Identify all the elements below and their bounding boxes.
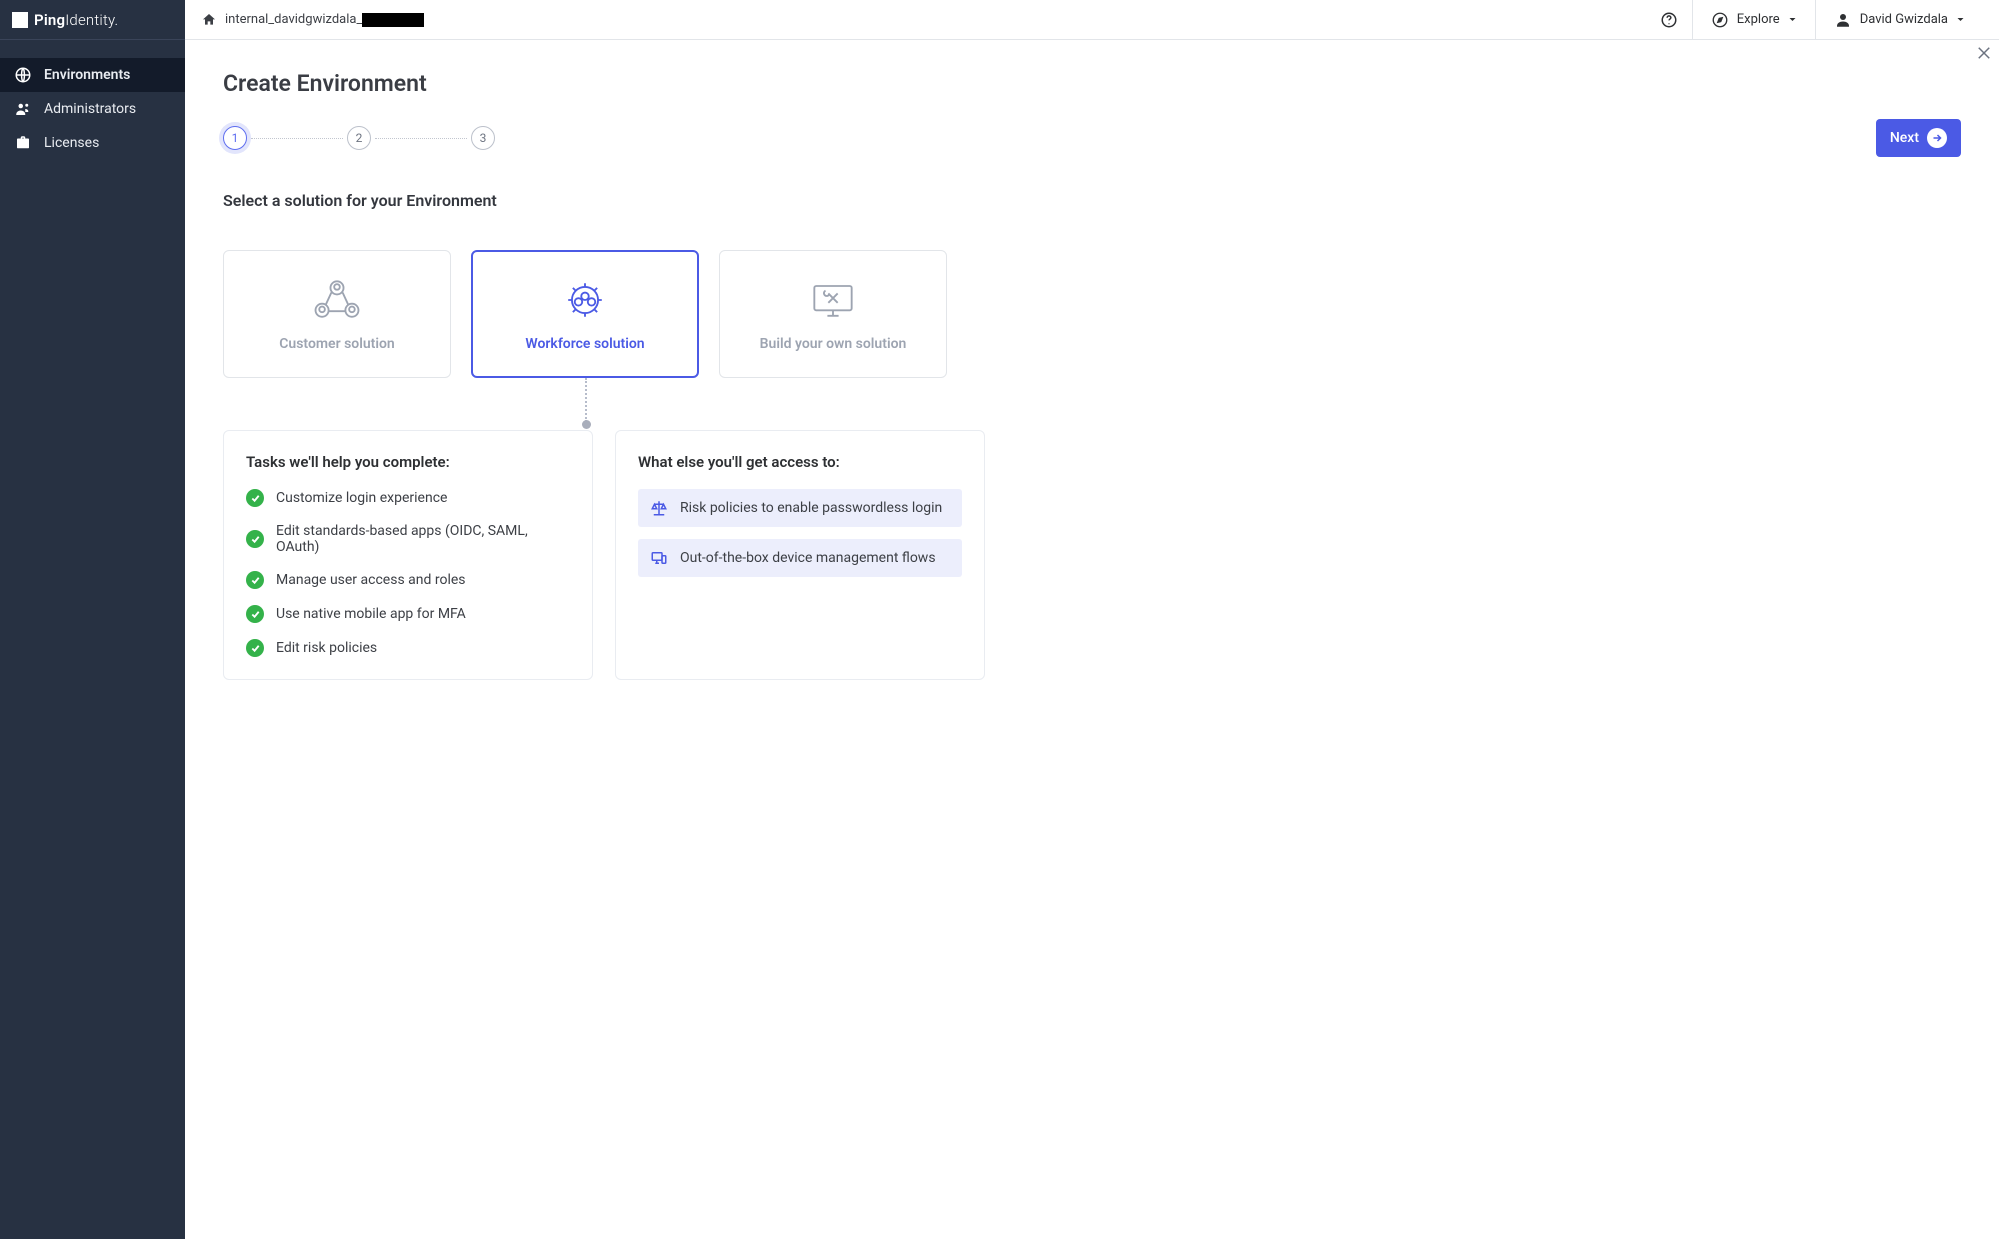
connector — [223, 396, 985, 430]
task-item: Manage user access and roles — [246, 571, 570, 589]
help-button[interactable] — [1646, 0, 1692, 40]
access-item: Out-of-the-box device management flows — [638, 539, 962, 577]
check-icon — [246, 571, 264, 589]
compass-icon — [1711, 11, 1729, 29]
scale-icon — [650, 499, 668, 517]
sidebar-item-label: Environments — [44, 67, 130, 83]
devices-icon — [650, 549, 668, 567]
task-text: Use native mobile app for MFA — [276, 606, 466, 622]
page-title: Create Environment — [223, 70, 1961, 97]
task-item: Edit standards-based apps (OIDC, SAML, O… — [246, 523, 570, 555]
access-text: Out-of-the-box device management flows — [680, 550, 936, 566]
home-icon — [201, 12, 217, 28]
user-icon — [1834, 11, 1852, 29]
check-icon — [246, 605, 264, 623]
tasks-title: Tasks we'll help you complete: — [246, 453, 570, 471]
access-card: What else you'll get access to: Risk pol… — [615, 430, 985, 680]
customer-icon — [309, 276, 365, 324]
next-button[interactable]: Next — [1876, 119, 1961, 157]
briefcase-icon — [14, 134, 32, 152]
access-item: Risk policies to enable passwordless log… — [638, 489, 962, 527]
step-divider — [251, 138, 343, 139]
task-item: Use native mobile app for MFA — [246, 605, 570, 623]
step-divider — [375, 138, 467, 139]
step-3[interactable]: 3 — [471, 126, 495, 150]
breadcrumb-text: internal_davidgwizdala_ — [225, 12, 424, 27]
task-text: Edit standards-based apps (OIDC, SAML, O… — [276, 523, 570, 555]
task-text: Customize login experience — [276, 490, 447, 506]
user-name: David Gwizdala — [1860, 12, 1948, 27]
sidebar-item-environments[interactable]: Environments — [0, 58, 185, 92]
check-icon — [246, 489, 264, 507]
sidebar-item-licenses[interactable]: Licenses — [0, 126, 185, 160]
check-icon — [246, 530, 264, 548]
main: internal_davidgwizdala_ Explore David Gw… — [185, 0, 1999, 1239]
solution-customer[interactable]: Customer solution — [223, 250, 451, 378]
solution-cards: Customer solution Workforce solution Bui… — [223, 250, 1961, 378]
task-text: Edit risk policies — [276, 640, 377, 656]
card-label: Workforce solution — [525, 336, 644, 352]
check-icon — [246, 639, 264, 657]
sidebar-item-administrators[interactable]: Administrators — [0, 92, 185, 126]
task-list: Customize login experience Edit standard… — [246, 489, 570, 657]
sidebar-item-label: Licenses — [44, 135, 99, 151]
card-label: Build your own solution — [760, 336, 907, 352]
access-title: What else you'll get access to: — [638, 453, 962, 471]
next-label: Next — [1890, 130, 1919, 146]
topbar: internal_davidgwizdala_ Explore David Gw… — [185, 0, 1999, 40]
card-label: Customer solution — [279, 336, 395, 352]
access-text: Risk policies to enable passwordless log… — [680, 500, 942, 516]
globe-icon — [14, 66, 32, 84]
content: Create Environment 1 2 3 Next Select a s… — [185, 40, 1999, 1239]
user-menu[interactable]: David Gwizdala — [1815, 0, 1983, 40]
solution-build-your-own[interactable]: Build your own solution — [719, 250, 947, 378]
task-item: Edit risk policies — [246, 639, 570, 657]
brand-logo-text: PingIdentity. — [34, 11, 118, 29]
solution-workforce[interactable]: Workforce solution — [471, 250, 699, 378]
help-icon — [1660, 11, 1678, 29]
step-2[interactable]: 2 — [347, 126, 371, 150]
stepper: 1 2 3 — [223, 126, 495, 150]
brand-logo[interactable]: PingIdentity. — [0, 0, 185, 40]
section-prompt: Select a solution for your Environment — [223, 191, 1961, 210]
task-item: Customize login experience — [246, 489, 570, 507]
chevron-down-icon — [1788, 15, 1797, 24]
explore-menu[interactable]: Explore — [1692, 0, 1815, 40]
tasks-card: Tasks we'll help you complete: Customize… — [223, 430, 593, 680]
sidebar: PingIdentity. Environments Administrator… — [0, 0, 185, 1239]
explore-label: Explore — [1737, 12, 1780, 27]
access-list: Risk policies to enable passwordless log… — [638, 489, 962, 577]
details-row: Tasks we'll help you complete: Customize… — [223, 430, 985, 680]
build-icon — [805, 276, 861, 324]
brand-logo-mark — [12, 12, 28, 28]
stepper-row: 1 2 3 Next — [223, 119, 1961, 157]
redacted-block — [362, 13, 424, 27]
workforce-icon — [557, 276, 613, 324]
breadcrumb[interactable]: internal_davidgwizdala_ — [201, 12, 424, 28]
chevron-down-icon — [1956, 15, 1965, 24]
admin-icon — [14, 100, 32, 118]
step-1[interactable]: 1 — [223, 126, 247, 150]
arrow-right-icon — [1927, 128, 1947, 148]
sidebar-nav: Environments Administrators Licenses — [0, 40, 185, 160]
sidebar-item-label: Administrators — [44, 101, 136, 117]
task-text: Manage user access and roles — [276, 572, 466, 588]
